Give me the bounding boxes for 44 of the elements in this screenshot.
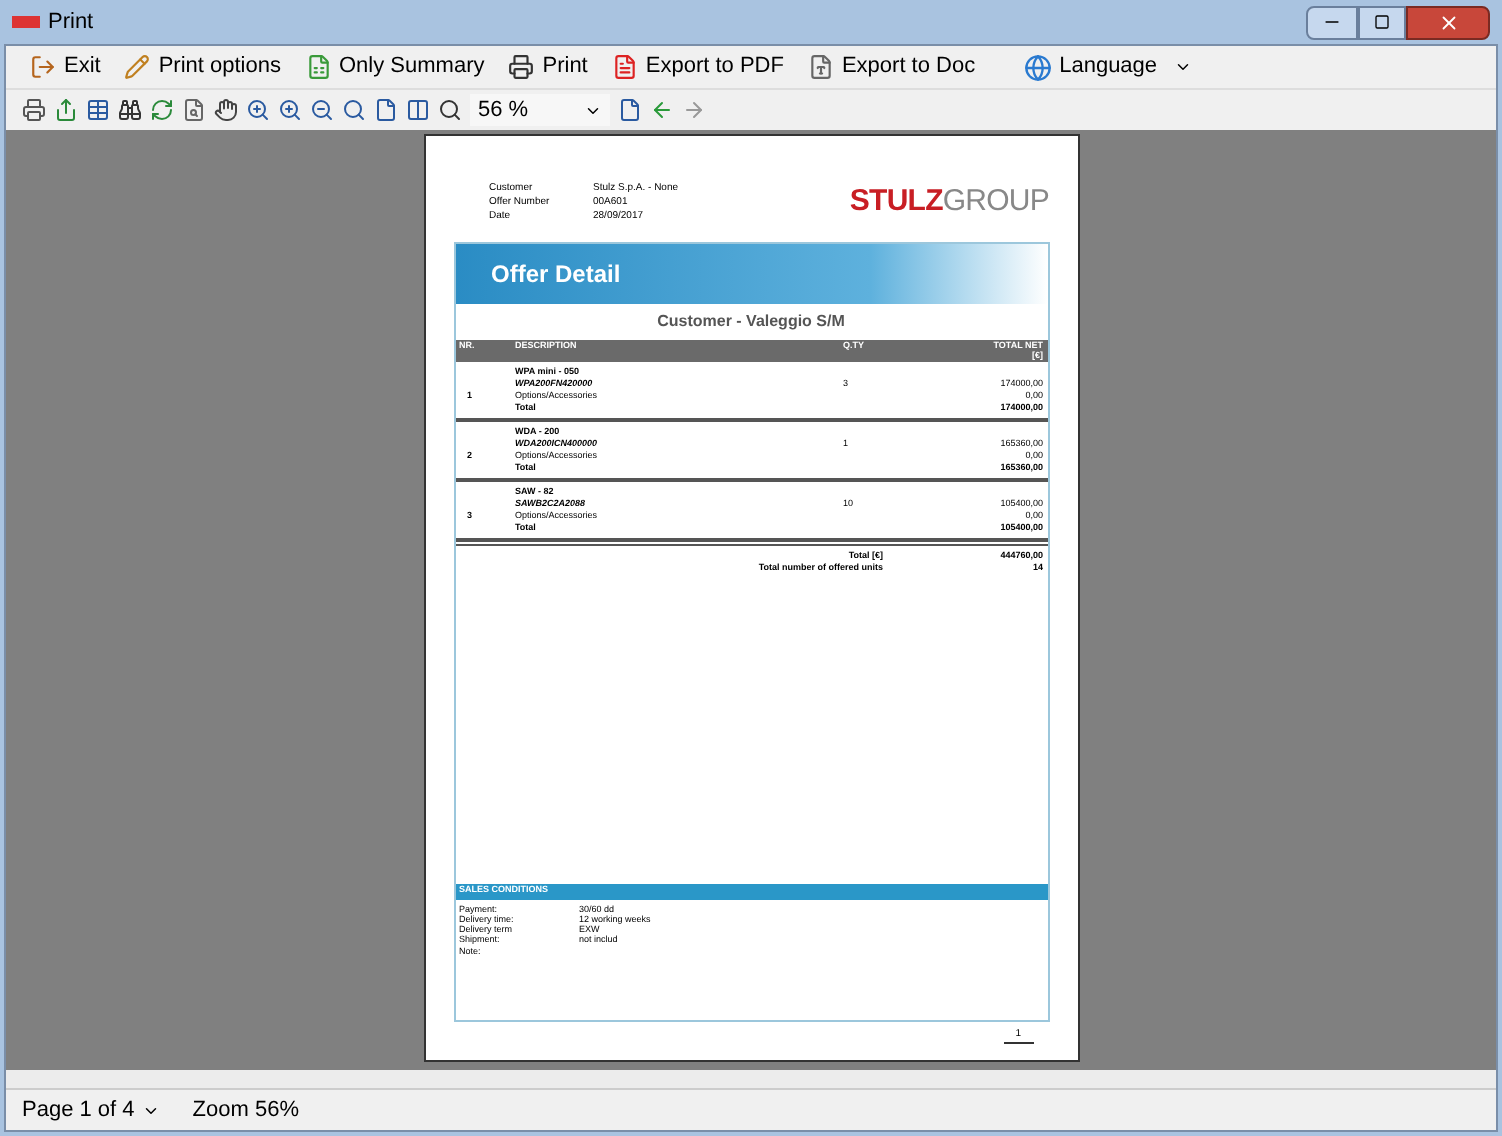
close-button[interactable] xyxy=(1406,5,1490,39)
hand-icon[interactable] xyxy=(214,98,238,122)
page-icon[interactable] xyxy=(618,98,642,122)
zoom-field[interactable]: 56 % xyxy=(470,94,610,126)
back-icon[interactable] xyxy=(650,98,674,122)
toolbar-button[interactable]: Only Summary xyxy=(297,49,493,85)
magnifier-icon[interactable] xyxy=(438,98,462,122)
toolbar-button[interactable]: Print xyxy=(500,49,596,85)
toolbar-button[interactable]: Export to Doc xyxy=(799,49,984,85)
document-icon xyxy=(611,54,638,80)
toolbar-button[interactable]: Print options xyxy=(116,49,289,85)
zoom-out-icon[interactable] xyxy=(310,98,334,122)
printer-icon[interactable] xyxy=(22,98,46,122)
banner: Offer Detail xyxy=(455,243,1047,303)
exit-icon xyxy=(30,54,56,80)
horizontal-scrollbar[interactable] xyxy=(6,1070,1496,1090)
page-icon[interactable] xyxy=(374,98,398,122)
toolbar-button[interactable]: Export to PDF xyxy=(603,49,792,85)
company-logo: STULZGROUP xyxy=(849,182,1049,222)
page-search-icon[interactable] xyxy=(182,98,206,122)
refresh-icon[interactable] xyxy=(150,98,174,122)
globe-icon xyxy=(1023,53,1052,81)
spreadsheet-icon xyxy=(305,54,331,80)
caret-icon xyxy=(1173,58,1192,76)
zoom-status: Zoom 56% xyxy=(192,1095,299,1126)
binoculars-icon[interactable] xyxy=(118,98,142,122)
language-dropdown[interactable]: Language xyxy=(1007,49,1208,85)
app-logo-icon xyxy=(12,16,40,28)
page-indicator[interactable]: Page 1 of 4 xyxy=(22,1093,161,1127)
pencil-icon xyxy=(124,54,151,80)
table-icon[interactable] xyxy=(86,98,110,122)
maximize-icon xyxy=(1374,14,1390,30)
printer-icon xyxy=(508,54,535,80)
window-title: Print xyxy=(48,7,96,38)
zoom-icon[interactable] xyxy=(342,98,366,122)
document-icon xyxy=(807,54,834,80)
two-page-icon[interactable] xyxy=(406,98,430,122)
toolbar-button[interactable]: Exit xyxy=(22,49,109,85)
maximize-button[interactable] xyxy=(1358,5,1406,39)
close-icon xyxy=(1437,11,1459,33)
zoom-in-icon[interactable] xyxy=(246,98,270,122)
export-icon[interactable] xyxy=(54,98,78,122)
report-subtitle: Customer - Valeggio S/M xyxy=(655,309,847,334)
zoom-in-icon[interactable] xyxy=(278,98,302,122)
